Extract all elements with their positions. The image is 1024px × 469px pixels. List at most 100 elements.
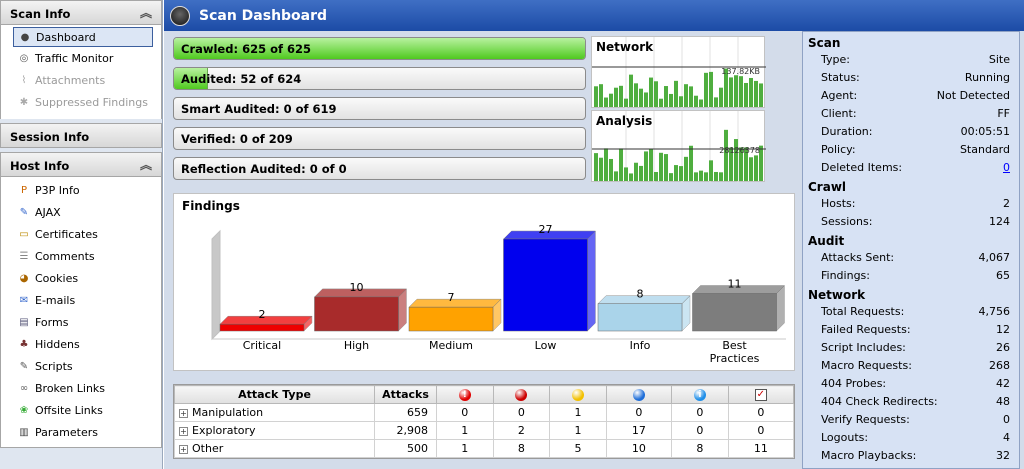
progress-label: Verified: 0 of 209 xyxy=(181,132,293,146)
stats-row: Sessions: 124 xyxy=(803,212,1019,230)
severity-count-cell: 1 xyxy=(436,439,494,458)
severity-count-cell: 0 xyxy=(727,421,795,440)
findings-category-label: Info xyxy=(630,339,651,352)
stats-value: FF xyxy=(997,106,1010,120)
findings-bar[interactable] xyxy=(219,315,313,332)
collapse-chevron-icon[interactable]: ︽ xyxy=(140,156,152,173)
stats-panel: Scan Type: Site Status: Running Agent: Not Det… xyxy=(802,31,1020,469)
severity-count-cell: 8 xyxy=(671,439,729,458)
sidebar-item-broken-links[interactable]: ∞ Broken Links xyxy=(1,377,161,399)
stats-row: Type: Site xyxy=(803,50,1019,68)
info-severity-header[interactable]: i xyxy=(671,385,729,404)
critical-severity-header[interactable]: ! xyxy=(436,385,494,404)
stats-label: Deleted Items: xyxy=(821,160,903,174)
sidebar-item-ajax[interactable]: ✎ AJAX xyxy=(1,201,161,223)
sidebar-item-label: AJAX xyxy=(35,205,61,219)
severity-count-cell: 0 xyxy=(727,403,795,422)
stats-value: Standard xyxy=(959,142,1010,156)
severity-count-cell: 2 xyxy=(492,421,551,440)
sidebar-item-hiddens[interactable]: ♣ Hiddens xyxy=(1,333,161,355)
sidebar-item-offsite-links[interactable]: ❀ Offsite Links xyxy=(1,399,161,421)
stats-row: Script Includes: 26 xyxy=(803,338,1019,356)
attacks-count-cell: 500 xyxy=(374,439,437,458)
stats-row: Total Requests: 4,756 xyxy=(803,302,1019,320)
session-info-header[interactable]: Session Info xyxy=(0,123,162,148)
stats-value: 268 xyxy=(989,358,1010,372)
scanner-logo-icon xyxy=(170,5,190,26)
best-practice-header[interactable]: ✓ xyxy=(727,385,795,404)
sidebar-item-label: Traffic Monitor xyxy=(35,51,114,65)
attacks-header[interactable]: Attacks xyxy=(374,385,437,404)
table-row[interactable]: + Exploratory 2,908 1 2 1 17 0 0 xyxy=(174,421,795,440)
host-info-header[interactable]: Host Info ︽ xyxy=(0,152,162,177)
sidebar-item-p3p-info[interactable]: P P3P Info xyxy=(1,179,161,201)
severity-count-cell: 0 xyxy=(671,403,729,422)
stats-label: Type: xyxy=(821,52,850,66)
analysis-chart-title: Analysis xyxy=(596,114,653,128)
sidebar-item-certificates[interactable]: ▭ Certificates xyxy=(1,223,161,245)
page-title: Scan Dashboard xyxy=(199,7,328,24)
expand-plus-icon[interactable]: + xyxy=(179,426,188,436)
collapse-chevron-icon[interactable]: ︽ xyxy=(140,4,152,21)
ajax-icon: ✎ xyxy=(19,206,29,218)
scan-info-header[interactable]: Scan Info ︽ xyxy=(0,0,162,25)
findings-category-label: Critical xyxy=(243,339,281,352)
sidebar-item-scripts[interactable]: ✎ Scripts xyxy=(1,355,161,377)
table-row[interactable]: + Manipulation 659 0 0 1 0 0 0 xyxy=(174,403,795,422)
stats-label: Client: xyxy=(821,106,857,120)
stats-row: Duration: 00:05:51 xyxy=(803,122,1019,140)
findings-bar[interactable] xyxy=(502,230,597,332)
stats-value: 32 xyxy=(996,448,1010,462)
session-info-title: Session Info xyxy=(10,130,90,144)
sidebar-item-cookies[interactable]: ◕ Cookies xyxy=(1,267,161,289)
stats-row: Failed Requests: 12 xyxy=(803,320,1019,338)
low-severity-header[interactable] xyxy=(605,385,673,404)
sidebar-item-forms[interactable]: ▤ Forms xyxy=(1,311,161,333)
severity-count-cell: 1 xyxy=(436,421,494,440)
severity-count-cell: 17 xyxy=(605,421,673,440)
severity-count-cell: 10 xyxy=(605,439,673,458)
stats-row: Deleted Items: 0 xyxy=(803,158,1019,176)
sidebar-item-label: Dashboard xyxy=(36,30,96,44)
expand-plus-icon[interactable]: + xyxy=(179,408,188,418)
table-row[interactable]: + Other 500 1 8 5 10 8 11 xyxy=(174,439,795,458)
sidebar-item-dashboard[interactable]: ● Dashboard xyxy=(13,27,153,47)
attack-type-cell: + Exploratory xyxy=(174,421,375,440)
low-severity-icon xyxy=(632,389,645,401)
progress-label: Crawled: 625 of 625 xyxy=(181,42,311,56)
sidebar-item-label: Comments xyxy=(35,249,95,263)
findings-bar[interactable] xyxy=(313,288,408,332)
comment-icon: ☰ xyxy=(19,250,29,262)
analysis-chart: Analysis 28126378 xyxy=(591,110,766,183)
progress-label: Reflection Audited: 0 of 0 xyxy=(181,162,347,176)
sidebar-item-label: Broken Links xyxy=(35,381,106,395)
sidebar-item-comments[interactable]: ☰ Comments xyxy=(1,245,161,267)
severity-count-cell: 5 xyxy=(549,439,607,458)
critical-severity-icon: ! xyxy=(458,389,471,401)
deleted-items-link[interactable]: 0 xyxy=(1003,161,1010,174)
medium-severity-header[interactable] xyxy=(549,385,607,404)
findings-bar[interactable] xyxy=(691,284,786,332)
expand-plus-icon[interactable]: + xyxy=(179,444,188,454)
sidebar-item-parameters[interactable]: ▥ Parameters xyxy=(1,421,161,443)
findings-bar-value: 27 xyxy=(539,223,553,236)
stats-value: Site xyxy=(988,52,1010,66)
high-severity-header[interactable] xyxy=(492,385,551,404)
network-chart-value: 137.82KB xyxy=(721,67,760,76)
stats-network-title: Network xyxy=(808,288,866,302)
stats-label: Macro Requests: xyxy=(821,358,912,372)
stats-value: 65 xyxy=(996,268,1010,282)
network-chart-title: Network xyxy=(596,40,654,54)
stats-value: 42 xyxy=(996,376,1010,390)
stats-row: Agent: Not Detected xyxy=(803,86,1019,104)
findings-bar[interactable] xyxy=(408,298,502,332)
stats-row: 404 Check Redirects: 48 xyxy=(803,392,1019,410)
sidebar-item-e-mails[interactable]: ✉ E-mails xyxy=(1,289,161,311)
stats-row: Verify Requests: 0 xyxy=(803,410,1019,428)
sidebar-item-traffic-monitor[interactable]: ◎ Traffic Monitor xyxy=(1,47,161,69)
sidebar-item-label: Suppressed Findings xyxy=(35,95,148,109)
findings-bar[interactable] xyxy=(597,295,691,332)
stats-value: Running xyxy=(964,70,1010,84)
attack-type-header[interactable]: Attack Type xyxy=(174,385,375,404)
attacks-count-cell: 659 xyxy=(374,403,437,422)
